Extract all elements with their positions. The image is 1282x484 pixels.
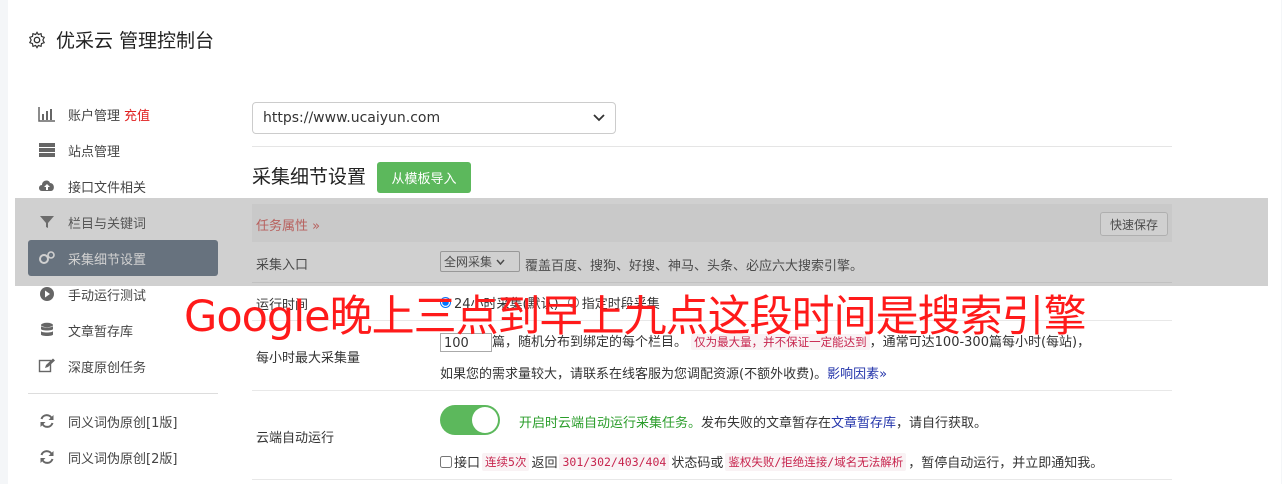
cloud-text-4: 状态码或 <box>671 456 724 471</box>
cloud-checkbox-label: 接口 <box>454 456 481 471</box>
server-icon <box>39 143 55 157</box>
chevron-down-icon <box>593 114 605 122</box>
gear-icon <box>28 30 46 49</box>
cloud-text-5: ，暂停自动运行，并立即通知我。 <box>908 456 1104 471</box>
divider <box>252 146 1172 147</box>
cloud-line-2: 接口 连续5次 返回 301/302/403/404 状态码或 鉴权失败/拒绝连… <box>440 452 1103 471</box>
sidebar-item-account[interactable]: 账户管理 充值 <box>28 96 218 132</box>
overlay-band <box>15 198 1268 286</box>
import-from-template-button[interactable]: 从模板导入 <box>377 162 471 193</box>
header-bar: 优采云 管理控制台 <box>8 0 1281 77</box>
refresh-icon <box>40 414 54 428</box>
sidebar-item-label: 文章暂存库 <box>68 324 134 340</box>
cloud-line-1: 开启时云端自动运行采集任务。发布失败的文章暂存在文章暂存库，请自行获取。 <box>519 412 987 431</box>
row-divider <box>252 390 1172 391</box>
pause-on-error-checkbox[interactable] <box>440 455 452 468</box>
cloud-text-3: 返回 <box>531 456 558 471</box>
row-divider <box>252 479 1172 480</box>
toggle-knob <box>472 407 498 433</box>
sidebar-item-synonym-v1[interactable]: 同义词伪原创[1版] <box>28 403 218 439</box>
code-errors: 鉴权失败/拒绝连接/域名无法解析 <box>725 452 907 471</box>
sidebar-item-deep-original[interactable]: 深度原创任务 <box>28 348 218 384</box>
refresh-icon <box>40 450 54 464</box>
page-title: 优采云 管理控制台 <box>56 30 215 52</box>
max-label: 每小时最大采集量 <box>256 351 361 366</box>
max-line-2: 如果您的需求量较大，请联系在线客服为您调配资源(不额外收费)。影响因素» <box>440 363 887 382</box>
max-text-3: 如果您的需求量较大，请联系在线客服为您调配资源(不额外收费)。 <box>440 367 828 382</box>
bar-chart-icon <box>38 107 55 122</box>
cloud-green-text: 开启时云端自动运行采集任务。 <box>519 416 702 431</box>
sidebar-item-label: 同义词伪原创[2版] <box>68 451 178 467</box>
sidebar-item-synonym-v2[interactable]: 同义词伪原创[2版] <box>28 439 218 475</box>
code-status: 301/302/403/404 <box>559 453 670 470</box>
site-select[interactable]: https://www.ucaiyun.com <box>252 102 616 134</box>
sidebar-item-sites[interactable]: 站点管理 <box>28 132 218 168</box>
section-title: 采集细节设置 <box>252 166 367 188</box>
code-5-times: 连续5次 <box>482 452 530 471</box>
sidebar-divider <box>28 393 218 394</box>
article-storage-link[interactable]: 文章暂存库 <box>831 416 896 431</box>
cloud-text-1: 发布失败的文章暂存在 <box>701 416 832 431</box>
sidebar-item-label: 接口文件相关 <box>68 180 147 196</box>
cloud-upload-icon <box>39 180 54 191</box>
site-select-value: https://www.ucaiyun.com <box>263 110 441 126</box>
cloud-auto-run-toggle[interactable] <box>440 405 500 435</box>
edit-icon <box>38 358 55 373</box>
influence-factors-link[interactable]: 影响因素» <box>827 367 887 382</box>
cloud-text-2: ，请自行获取。 <box>896 416 988 431</box>
sidebar-item-label: 深度原创任务 <box>68 360 147 376</box>
sidebar-item-label: 站点管理 <box>68 144 121 160</box>
play-circle-icon <box>40 287 54 301</box>
sidebar-item-label: 同义词伪原创[1版] <box>68 415 178 431</box>
overlay-caption: Google晚上三点到早上九点这段时间是搜索引擎 <box>184 292 1087 342</box>
recharge-link[interactable]: 充值 <box>124 109 150 124</box>
sidebar-item-label: 手动运行测试 <box>68 288 147 304</box>
database-icon <box>41 322 53 336</box>
cloud-label: 云端自动运行 <box>256 431 335 446</box>
sidebar-item-label: 账户管理 充值 <box>68 108 151 124</box>
